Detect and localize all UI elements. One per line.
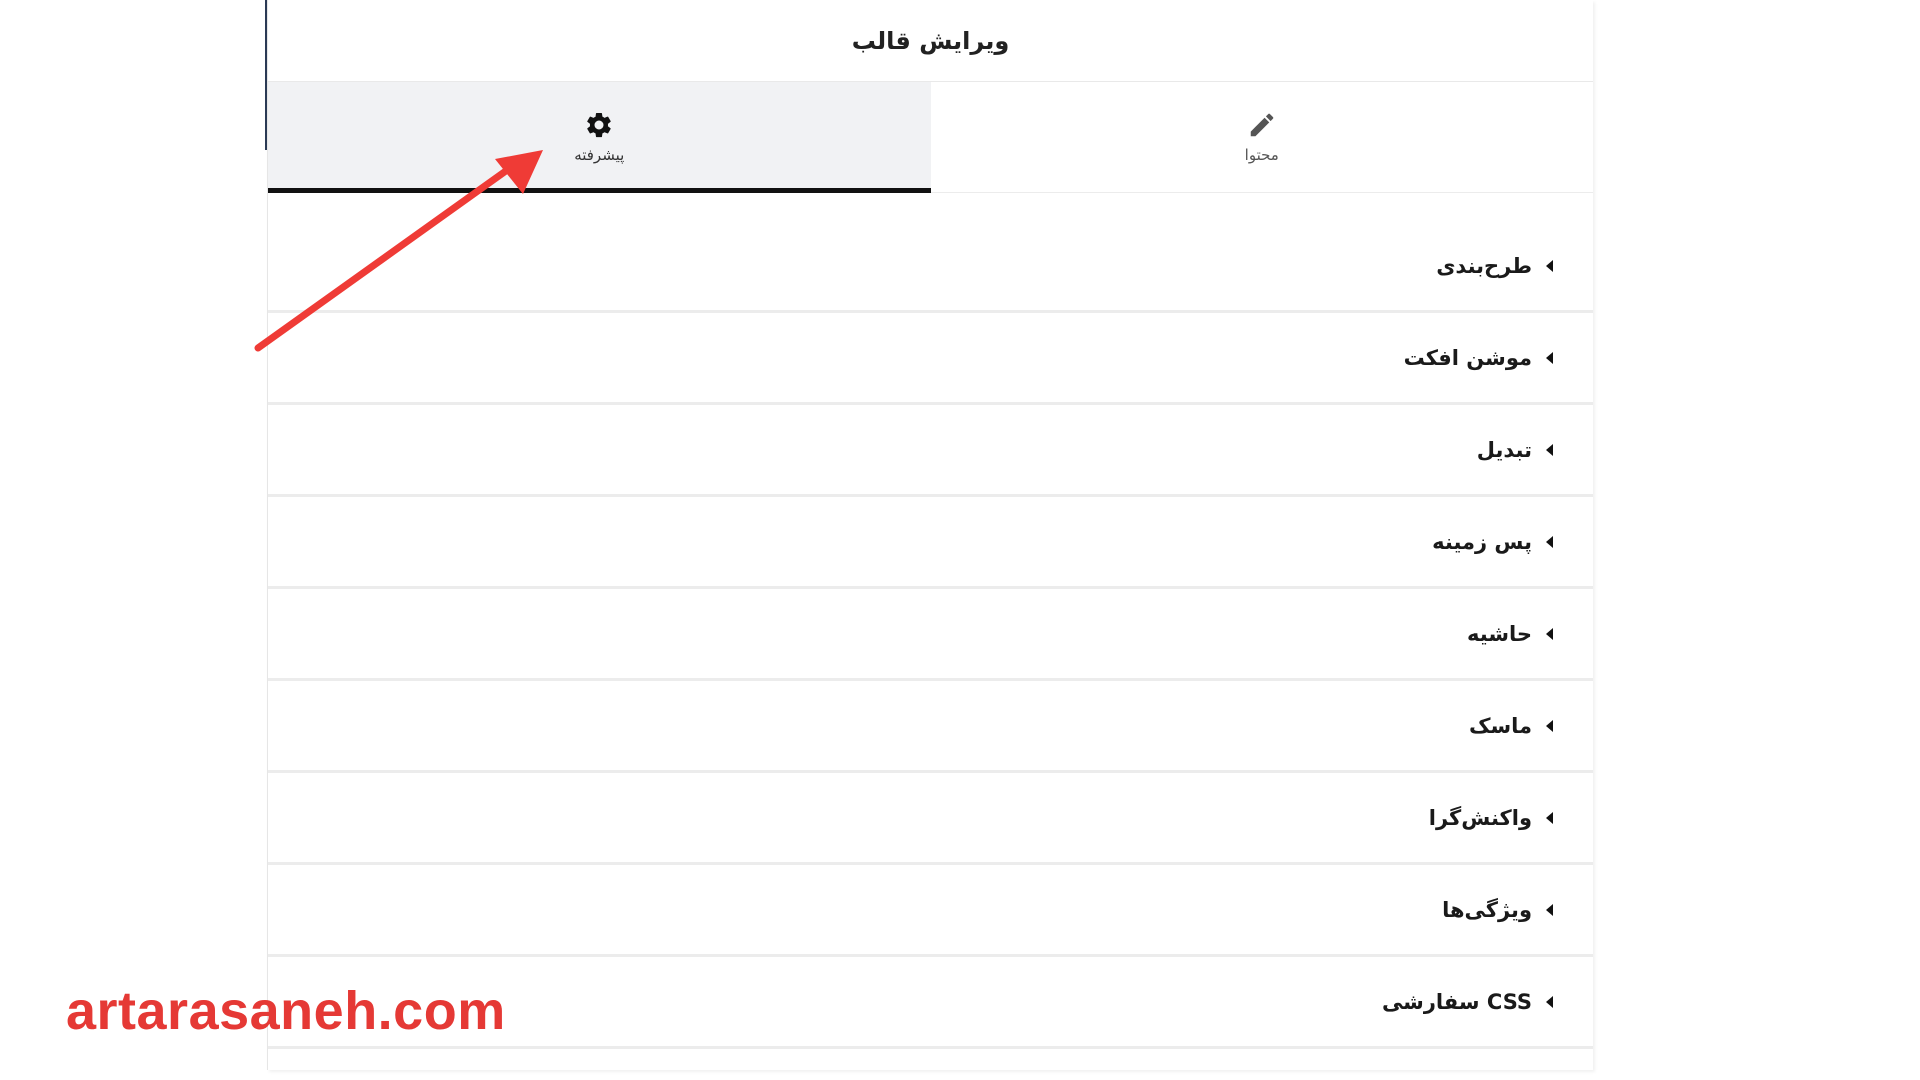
section-mask[interactable]: ماسک xyxy=(268,681,1593,773)
section-background[interactable]: پس زمینه xyxy=(268,497,1593,589)
caret-left-icon xyxy=(1546,995,1553,1008)
caret-left-icon xyxy=(1546,443,1553,456)
edit-template-panel: ویرایش قالب محتوا پیشرفته طرح‌بندی xyxy=(267,0,1593,1070)
section-title: موشن افکت xyxy=(1403,345,1532,370)
section-title: CSS سفارشی xyxy=(1381,989,1532,1014)
panel-tabs: محتوا پیشرفته xyxy=(268,82,1593,193)
settings-sections: طرح‌بندی موشن افکت تبدیل پس زمینه حاشیه … xyxy=(268,221,1593,1049)
caret-left-icon xyxy=(1546,259,1553,272)
tab-advanced-label: پیشرفته xyxy=(574,146,625,164)
caret-left-icon xyxy=(1546,719,1553,732)
caret-left-icon xyxy=(1546,535,1553,548)
gear-icon xyxy=(584,110,614,140)
section-title: تبدیل xyxy=(1476,437,1532,462)
section-title: ویژگی‌ها xyxy=(1442,897,1532,922)
tab-advanced[interactable]: پیشرفته xyxy=(268,82,931,193)
caret-left-icon xyxy=(1546,811,1553,824)
section-attributes[interactable]: ویژگی‌ها xyxy=(268,865,1593,957)
panel-title: ویرایش قالب xyxy=(851,26,1010,55)
section-transform[interactable]: تبدیل xyxy=(268,405,1593,497)
caret-left-icon xyxy=(1546,351,1553,364)
pencil-icon xyxy=(1247,110,1277,140)
tab-content[interactable]: محتوا xyxy=(931,82,1594,192)
section-title: واکنش‌گرا xyxy=(1428,805,1532,830)
section-motion-effects[interactable]: موشن افکت xyxy=(268,313,1593,405)
section-layout[interactable]: طرح‌بندی xyxy=(268,221,1593,313)
caret-left-icon xyxy=(1546,627,1553,640)
panel-header: ویرایش قالب xyxy=(268,0,1593,82)
section-responsive[interactable]: واکنش‌گرا xyxy=(268,773,1593,865)
section-title: پس زمینه xyxy=(1432,529,1532,554)
tab-content-label: محتوا xyxy=(1244,146,1279,164)
section-border[interactable]: حاشیه xyxy=(268,589,1593,681)
section-title: طرح‌بندی xyxy=(1436,253,1532,278)
site-watermark: artarasaneh.com xyxy=(66,981,506,1041)
section-title: حاشیه xyxy=(1467,621,1532,646)
caret-left-icon xyxy=(1546,903,1553,916)
section-title: ماسک xyxy=(1468,713,1532,738)
